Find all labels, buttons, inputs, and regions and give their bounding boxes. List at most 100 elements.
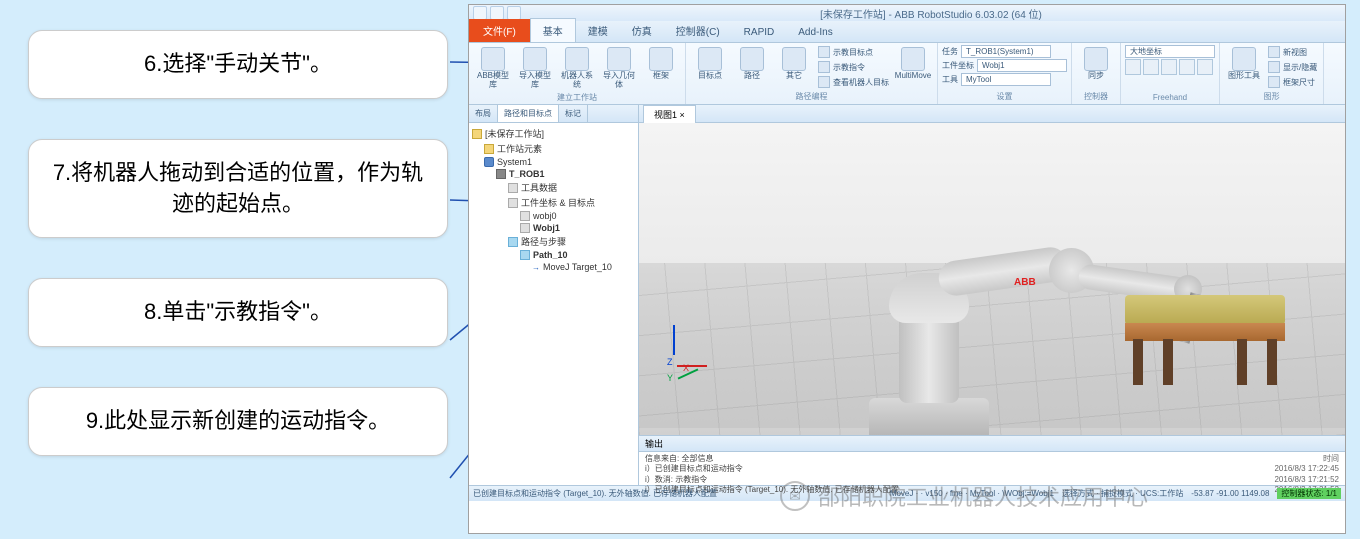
panel-tab-layout[interactable]: 布局 [469,105,498,122]
tree-tooldata[interactable]: 工具数据 [472,180,635,195]
tree-trob1[interactable]: T_ROB1 [472,168,635,180]
teach-target-icon [818,46,830,58]
btn-frame[interactable]: 框架 [641,45,681,83]
btn-target[interactable]: 目标点 [690,45,730,83]
tab-modeling[interactable]: 建模 [576,19,620,42]
freehand-rotate-icon[interactable] [1143,59,1159,75]
tree-paths-procs[interactable]: 路径与步骤 [472,234,635,249]
wobj-icon [508,198,518,208]
status-coords: -53.87 -91.00 1149.08 [1191,489,1269,498]
btn-graphics-tool[interactable]: 图形工具 [1224,45,1264,83]
robotstudio-window: [未保存工作站] - ABB RobotStudio 6.03.02 (64 位… [468,4,1346,534]
tooldata-icon [508,183,518,193]
work-fixture[interactable] [1125,295,1285,385]
output-panel: 输出 信息来自: 全部信息 i）已创建目标点和运动指令 i）数消: 示教指令 i… [639,435,1345,485]
tab-basic[interactable]: 基本 [530,18,576,42]
btn-abb-lib[interactable]: ABB模型库 [473,45,513,92]
view-target-icon [818,76,830,88]
panel-tab-paths[interactable]: 路径和目标点 [498,105,559,122]
btn-robot-system[interactable]: 机器人系统 [557,45,597,92]
station-icon [472,129,482,139]
qat-redo-icon[interactable] [507,6,521,20]
teach-instr-icon [818,61,830,73]
tree-system1[interactable]: System1 [472,156,635,168]
wobj-select[interactable]: Wobj1 [977,59,1067,72]
tree-wobj1[interactable]: Wobj1 [472,222,635,234]
btn-import-lib[interactable]: 导入模型库 [515,45,555,92]
setting-wobj: 工件坐标Wobj1 [942,59,1067,72]
ribbon-tabs: 文件(F) 基本 建模 仿真 控制器(C) RAPID Add-Ins [469,21,1345,43]
tree-station-elements[interactable]: 工作站元素 [472,141,635,156]
btn-view-robot-targets[interactable]: 查看机器人目标 [816,75,891,89]
wobj-item-icon [520,223,530,233]
view-tab-1[interactable]: 视图1 × [643,105,696,123]
tree-root[interactable]: [未保存工作站] [472,126,635,141]
task-select[interactable]: T_ROB1(System1) [961,45,1051,58]
tree-view[interactable]: [未保存工作站] 工作站元素 System1 T_ROB1 工具数据 工件坐标 … [469,123,638,485]
panel-tab-tags[interactable]: 标记 [559,105,588,122]
output-line-1: i）已创建目标点和运动指令 [645,464,899,474]
file-tab[interactable]: 文件(F) [469,19,530,42]
target-icon [698,47,722,71]
btn-teach-target[interactable]: 示教目标点 [816,45,891,59]
freehand-jog-joint-icon[interactable] [1161,59,1177,75]
group-build-title: 建立工作站 [473,92,681,103]
group-graphics-title: 图形 [1224,91,1319,102]
status-message: 已创建目标点和运动指令 (Target_10). 无外轴数值. 已存储机器人配置 [473,488,717,499]
btn-teach-instruction[interactable]: 示教指令 [816,60,891,74]
callout-step8: 8.单击"示教指令"。 [28,278,448,347]
paths-icon [508,237,518,247]
callout-step6: 6.选择"手动关节"。 [28,30,448,99]
path-node-icon [520,250,530,260]
3d-viewport[interactable]: ABB Z Y X [639,123,1345,435]
output-tab[interactable]: 输出 [645,437,663,450]
robot-lib-icon [481,47,505,71]
status-selection: 选择方式 · 捕捉模式 · UCS:工作站 [1062,488,1183,499]
tree-wobj0[interactable]: wobj0 [472,210,635,222]
btn-other[interactable]: 其它 [774,45,814,83]
frame-icon [649,47,673,71]
tree-movej-target10[interactable]: →MoveJ Target_10 [472,261,635,273]
qat-save-icon[interactable] [473,6,487,20]
wobj-item-icon [520,211,530,221]
btn-frame-size[interactable]: 框架尺寸 [1266,75,1319,89]
robot-model[interactable]: ABB [769,163,1069,435]
btn-path[interactable]: 路径 [732,45,772,83]
geometry-icon [607,47,631,71]
other-icon [782,47,806,71]
btn-new-view[interactable]: 新视图 [1266,45,1319,59]
robot-system-icon [565,47,589,71]
btn-multimove[interactable]: MultiMove [893,45,933,83]
show-hide-icon [1268,61,1280,73]
group-settings-title: 设置 [942,91,1067,102]
coord-select[interactable]: 大地坐标 [1125,45,1215,58]
callout-step9: 9.此处显示新创建的运动指令。 [28,387,448,456]
group-path-title: 路径编程 [690,91,933,102]
tree-wobj-targets[interactable]: 工件坐标 & 目标点 [472,195,635,210]
eye-icon [1232,47,1256,71]
tab-addins[interactable]: Add-Ins [786,23,844,42]
freehand-jog-linear-icon[interactable] [1179,59,1195,75]
btn-show-hide[interactable]: 显示/隐藏 [1266,60,1319,74]
ribbon: ABB模型库 导入模型库 机器人系统 导入几何体 框架 建立工作站 目标点 路径… [469,43,1345,105]
tab-rapid[interactable]: RAPID [732,23,787,42]
group-freehand-title: Freehand [1125,93,1215,102]
tab-controller[interactable]: 控制器(C) [664,19,732,42]
browser-panel: 布局 路径和目标点 标记 [未保存工作站] 工作站元素 System1 T_RO… [469,105,639,485]
new-view-icon [1268,46,1280,58]
btn-sync[interactable]: 同步 [1076,45,1116,83]
btn-import-geom[interactable]: 导入几何体 [599,45,639,92]
controller-status: 控制器状态: 1/1 [1277,488,1341,499]
tab-simulation[interactable]: 仿真 [620,19,664,42]
tool-select[interactable]: MyTool [961,73,1051,86]
freehand-jog-reorient-icon[interactable] [1197,59,1213,75]
qat-undo-icon[interactable] [490,6,504,20]
multimove-icon [901,47,925,71]
callout-step7: 7.将机器人拖动到合适的位置，作为轨迹的起始点。 [28,139,448,239]
tree-path10[interactable]: Path_10 [472,249,635,261]
freehand-move-icon[interactable] [1125,59,1141,75]
status-move: MoveJ · · v150 · fine · MyTool · \WObj:=… [890,489,1054,498]
setting-tool: 工具MyTool [942,73,1067,86]
output-time-1: 2016/8/3 17:22:45 [1274,464,1339,474]
abb-logo: ABB [1014,277,1036,288]
